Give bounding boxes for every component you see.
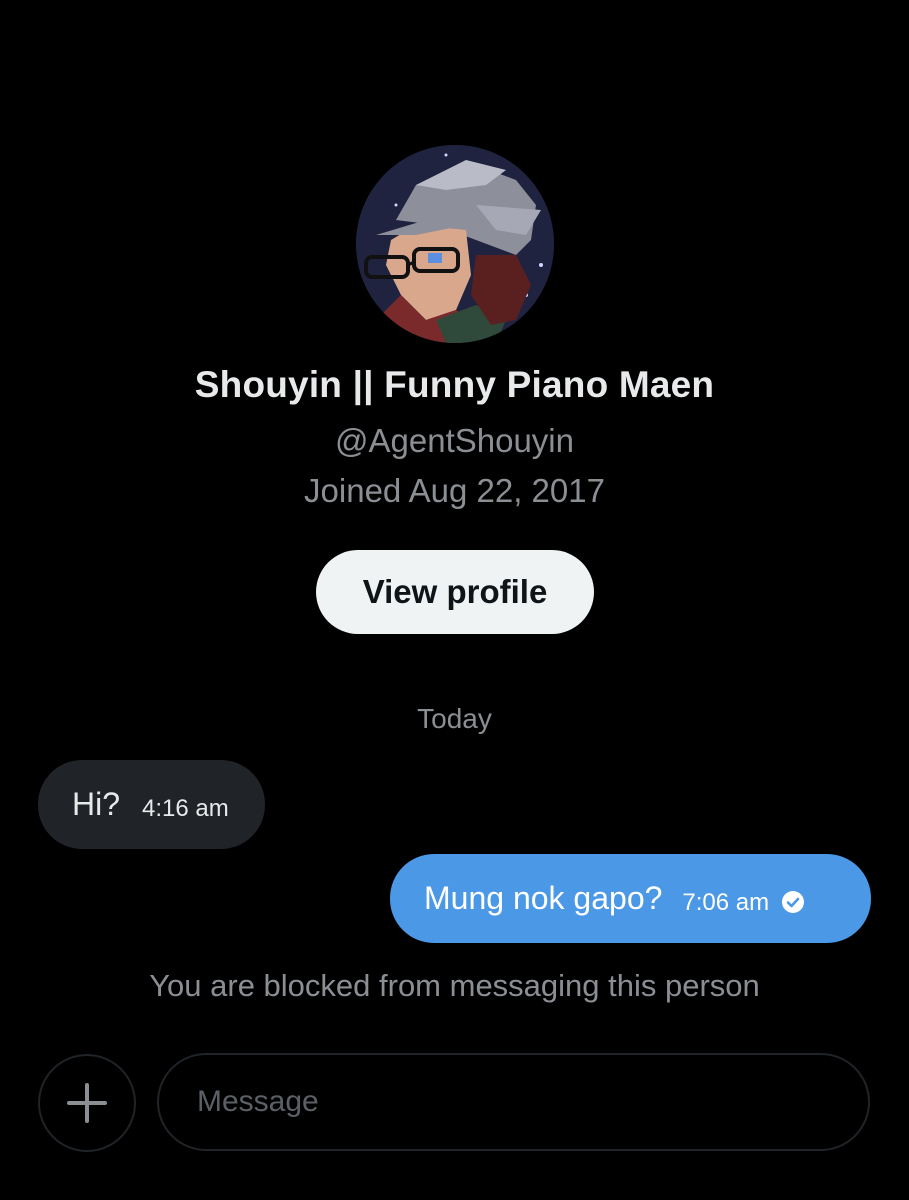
- message-timestamp: 7:06 am: [682, 888, 770, 916]
- user-handle: @AgentShouyin: [335, 422, 574, 459]
- check-circle-icon: [781, 890, 805, 914]
- view-profile-button[interactable]: View profile: [316, 550, 594, 634]
- joined-date: Joined Aug 22, 2017: [304, 472, 605, 509]
- date-divider: Today: [417, 703, 492, 734]
- message-text: Hi?: [72, 786, 121, 822]
- display-name: Shouyin || Funny Piano Maen: [194, 364, 715, 405]
- message-composer: [0, 1050, 909, 1160]
- outgoing-message-bubble[interactable]: Mung nok gapo? 7:06 am: [390, 854, 871, 943]
- message-text: Mung nok gapo?: [424, 880, 663, 916]
- message-input[interactable]: [157, 1053, 870, 1151]
- add-media-button[interactable]: [38, 1054, 136, 1152]
- blocked-notice: You are blocked from messaging this pers…: [149, 968, 760, 1003]
- avatar[interactable]: [356, 145, 554, 343]
- plus-icon: [67, 1083, 107, 1123]
- incoming-message-bubble[interactable]: Hi? 4:16 am: [38, 760, 265, 849]
- message-timestamp: 4:16 am: [142, 794, 229, 822]
